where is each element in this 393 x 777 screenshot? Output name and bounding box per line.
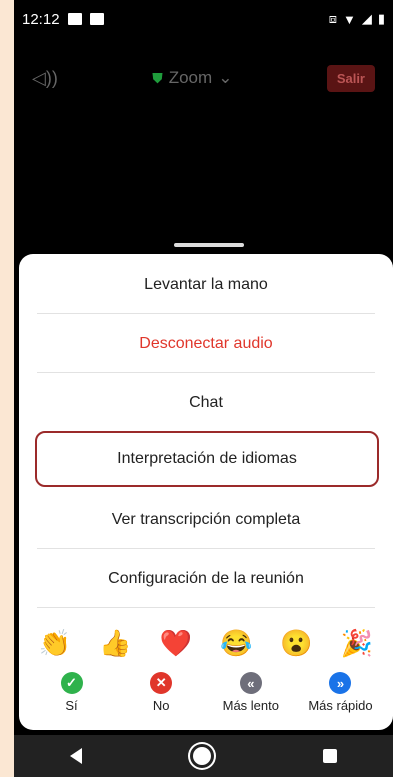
feedback-label: Más lento (222, 698, 279, 713)
feedback-slower-button[interactable]: « Más lento (208, 672, 293, 713)
meeting-top-bar: ◁)) ⛊ Zoom ⌄ Salir (14, 62, 393, 94)
close-icon: ✕ (150, 672, 173, 694)
status-time: 12:12 (22, 10, 60, 28)
rewind-icon: « (239, 672, 262, 694)
menu-item-view-transcript[interactable]: Ver transcripción completa (37, 491, 375, 549)
nonverbal-feedback-row: ✓ Sí ✕ No « Más lento » Más rápido (29, 672, 383, 713)
feedback-label: Sí (65, 698, 78, 713)
home-icon[interactable] (193, 747, 212, 765)
thumbs-up-icon[interactable]: 👍 (97, 628, 133, 659)
sheet-drag-handle[interactable] (174, 243, 244, 247)
menu-item-language-interpretation[interactable]: Interpretación de idiomas (35, 431, 379, 487)
battery-icon: ▮ (377, 11, 385, 26)
shield-icon: ⛊ (152, 69, 163, 86)
feedback-no-button[interactable]: ✕ No (119, 672, 204, 713)
tears-of-joy-icon[interactable]: 😂 (218, 628, 254, 659)
feedback-yes-button[interactable]: ✓ Sí (29, 672, 114, 713)
signal-icon: ◢ (361, 11, 372, 26)
speaker-icon[interactable]: ◁)) (32, 68, 58, 89)
feedback-label: No (152, 698, 170, 713)
meeting-title[interactable]: ⛊ Zoom ⌄ (152, 68, 232, 88)
clap-icon[interactable]: 👏 (37, 628, 73, 659)
check-icon: ✓ (60, 672, 83, 694)
feedback-faster-button[interactable]: » Más rápido (298, 672, 383, 713)
leave-button[interactable]: Salir (326, 64, 375, 92)
menu-item-meeting-settings[interactable]: Configuración de la reunión (37, 550, 375, 608)
android-nav-bar (14, 735, 393, 777)
party-popper-icon[interactable]: 🎉 (339, 628, 375, 659)
video-icon (89, 13, 104, 25)
notification-icon (67, 13, 82, 25)
surprised-icon[interactable]: 😮 (279, 628, 315, 659)
reactions-row: 👏 👍 ❤️ 😂 😮 🎉 (29, 628, 383, 659)
vibrate-icon: ⧈ (328, 11, 337, 26)
more-menu-sheet: Levantar la mano Desconectar audio Chat … (19, 254, 393, 730)
menu-item-raise-hand[interactable]: Levantar la mano (37, 256, 375, 314)
heart-icon[interactable]: ❤️ (158, 628, 194, 659)
recents-icon[interactable] (323, 749, 338, 763)
menu-item-disconnect-audio[interactable]: Desconectar audio (37, 315, 375, 373)
menu-item-chat[interactable]: Chat (37, 374, 375, 432)
back-icon[interactable] (69, 748, 82, 764)
chevron-down-icon: ⌄ (218, 68, 233, 87)
phone-screen: 12:12 ⧈ ▼ ◢ ▮ ◁)) ⛊ Zoom ⌄ Salir Levanta… (14, 0, 393, 777)
feedback-label: Más rápido (308, 698, 373, 713)
status-bar: 12:12 ⧈ ▼ ◢ ▮ (14, 0, 393, 38)
fast-forward-icon: » (329, 672, 352, 694)
meeting-title-label: Zoom (168, 68, 213, 87)
wifi-icon: ▼ (342, 11, 356, 27)
